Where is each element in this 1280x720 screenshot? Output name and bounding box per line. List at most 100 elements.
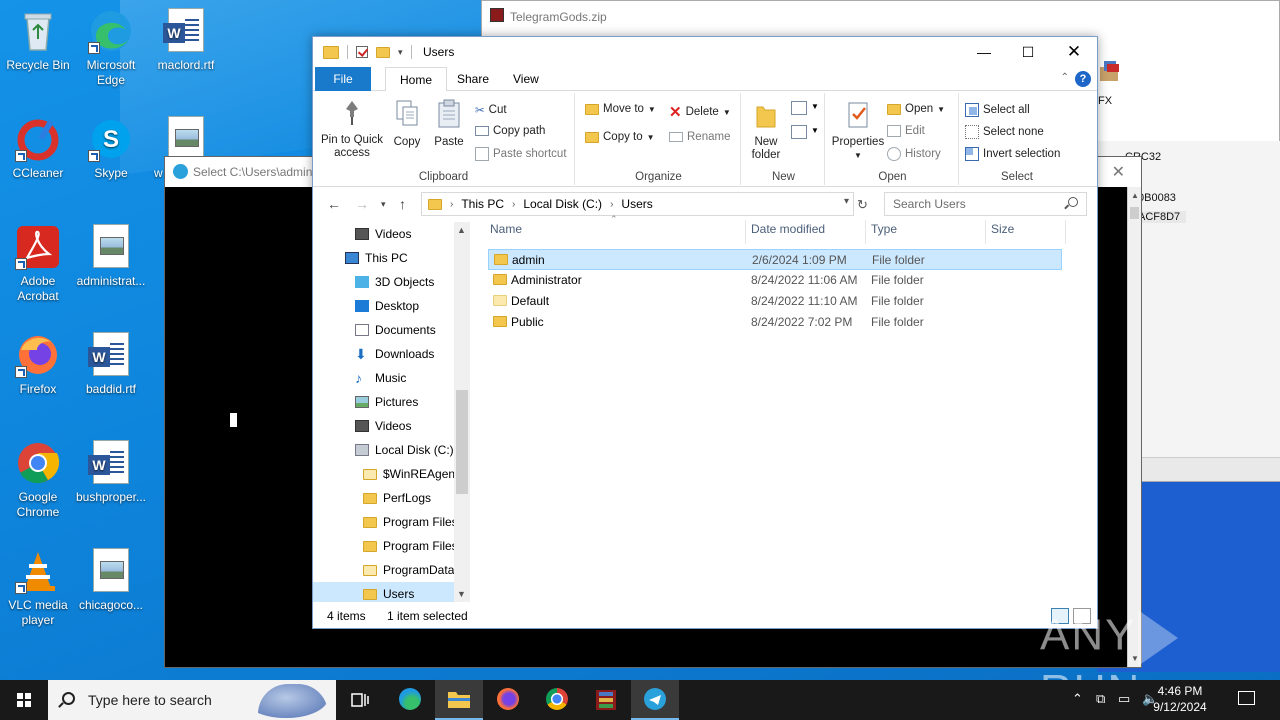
notification-center-icon[interactable] (1238, 691, 1255, 705)
search-input[interactable]: Search Users (884, 192, 1087, 216)
nav-item-users[interactable]: Users (313, 582, 454, 602)
close-button[interactable]: ✕ (1051, 37, 1097, 67)
copy-path-button[interactable]: Copy path (475, 125, 545, 137)
system-clock[interactable]: 4:46 PM 9/12/2024 (1140, 683, 1220, 715)
file-row-admin[interactable]: admin 2/6/2024 1:09 PM File folder (488, 249, 1062, 270)
navigation-scrollbar[interactable]: ▲ ▼ (454, 222, 470, 602)
desktop-icon-skype[interactable]: S Skype (73, 116, 149, 181)
close-icon[interactable]: ✕ (1112, 162, 1125, 182)
recent-locations-chevron-icon[interactable]: ▾ (381, 199, 386, 210)
scroll-thumb[interactable] (456, 390, 468, 494)
nav-item-desktop[interactable]: Desktop (355, 294, 419, 318)
nav-item-perflogs[interactable]: PerfLogs (363, 486, 431, 510)
up-arrow-icon[interactable]: ↑ (399, 196, 406, 212)
file-row-default[interactable]: Default 8/24/2022 11:10 AM File folder (488, 291, 1062, 312)
new-folder-button[interactable]: New folder (747, 101, 785, 162)
properties-check-icon[interactable] (356, 46, 368, 58)
delete-button[interactable]: ✕ Delete ▼ (669, 103, 731, 121)
move-to-button[interactable]: Move to ▼ (585, 103, 656, 115)
column-header-size[interactable]: Size (991, 222, 1014, 242)
tab-share[interactable]: Share (443, 67, 503, 91)
select-none-button[interactable]: Select none (965, 125, 1044, 139)
scroll-thumb[interactable] (1130, 207, 1139, 219)
chevron-down-icon[interactable]: ▾ (398, 47, 403, 58)
desktop-icon-ccleaner[interactable]: CCleaner (0, 116, 76, 181)
taskbar-edge[interactable] (386, 680, 434, 720)
paste-shortcut-button[interactable]: Paste shortcut (475, 147, 567, 161)
telegram-scrollbar[interactable]: ▲ ▼ (1127, 187, 1141, 667)
history-button[interactable]: History (887, 147, 941, 161)
nav-item-videos-2[interactable]: Videos (355, 414, 411, 438)
nav-item-music[interactable]: ♪ Music (355, 366, 406, 390)
navigation-pane[interactable]: Videos This PC 3D Objects Desktop Docume… (313, 222, 470, 602)
desktop-icon-bushproper[interactable]: W bushproper... (73, 440, 149, 505)
chevron-up-icon[interactable]: ⌃ (1072, 691, 1083, 707)
taskbar-chrome[interactable] (533, 680, 581, 720)
open-button[interactable]: Open ▼ (887, 103, 945, 115)
nav-item-downloads[interactable]: ⬇ Downloads (355, 342, 434, 366)
help-icon[interactable]: ? (1075, 71, 1091, 87)
rename-button[interactable]: Rename (669, 131, 730, 143)
properties-button[interactable]: Properties ▼ (829, 101, 887, 162)
scroll-down-icon[interactable]: ▼ (457, 589, 466, 599)
forward-arrow-icon[interactable]: → (355, 196, 369, 212)
breadcrumb-users[interactable]: Users (621, 197, 652, 211)
nav-item-winreagent[interactable]: $WinREAgent (363, 462, 458, 486)
nav-item-this-pc[interactable]: This PC (345, 246, 408, 270)
desktop-icon-maclord[interactable]: W maclord.rtf (148, 8, 224, 73)
invert-selection-button[interactable]: Invert selection (965, 147, 1060, 161)
desktop-icon-vlc[interactable]: VLC media player (0, 548, 76, 628)
chevron-down-icon[interactable]: ▾ (844, 196, 849, 207)
easy-access-icon[interactable] (791, 125, 807, 139)
paste-button[interactable]: Paste (431, 99, 467, 149)
new-folder-icon[interactable] (376, 46, 390, 58)
tab-file[interactable]: File (315, 67, 371, 91)
minimize-button[interactable]: — (961, 37, 1007, 67)
network-icon[interactable]: ⧉ (1096, 691, 1105, 707)
column-header-type[interactable]: Type (871, 222, 897, 242)
file-explorer-window[interactable]: ▾ Users — ☐ ✕ File Home Share View ⌃ ? P… (312, 36, 1098, 629)
chevron-right-icon[interactable]: › (512, 199, 515, 210)
desktop-icon-administrat[interactable]: administrat... (73, 224, 149, 289)
task-view-button[interactable] (336, 680, 384, 720)
desktop-icon-microsoft-edge[interactable]: Microsoft Edge (73, 8, 149, 88)
cut-button[interactable]: ✂ Cut (475, 103, 507, 117)
scroll-up-icon[interactable]: ▲ (1131, 191, 1139, 200)
column-header-date[interactable]: Date modified (751, 222, 825, 242)
scroll-up-icon[interactable]: ▲ (457, 225, 466, 235)
column-header-name[interactable]: Name (490, 222, 522, 242)
tab-view[interactable]: View (499, 67, 553, 91)
chevron-down-icon[interactable]: ▼ (811, 126, 819, 135)
refresh-icon[interactable]: ↻ (857, 197, 868, 213)
address-bar[interactable]: › This PC › Local Disk (C:) › Users ▾ (421, 192, 854, 216)
breadcrumb-local-disk[interactable]: Local Disk (C:) (523, 197, 602, 211)
taskbar-file-explorer[interactable] (435, 680, 483, 720)
nav-item-videos[interactable]: Videos (355, 222, 411, 246)
desktop-icon-adobe-acrobat[interactable]: Adobe Acrobat (0, 224, 76, 304)
display-icon[interactable]: ▭ (1118, 691, 1130, 707)
winrar-extract-icon[interactable] (1098, 59, 1122, 83)
maximize-button[interactable]: ☐ (1005, 37, 1051, 67)
copy-button[interactable]: Copy (389, 99, 425, 149)
taskbar-telegram[interactable] (631, 680, 679, 720)
copy-to-button[interactable]: Copy to ▼ (585, 131, 655, 143)
start-button[interactable] (0, 680, 48, 720)
nav-item-program-files[interactable]: Program Files (363, 510, 458, 534)
nav-item-pictures[interactable]: Pictures (355, 390, 418, 414)
pin-to-quick-access-button[interactable]: Pin to Quick access (319, 99, 385, 160)
breadcrumb-this-pc[interactable]: This PC (461, 197, 504, 211)
chevron-right-icon[interactable]: › (450, 199, 453, 210)
nav-item-local-disk[interactable]: Local Disk (C:) (355, 438, 454, 462)
file-row-administrator[interactable]: Administrator 8/24/2022 11:06 AM File fo… (488, 270, 1062, 291)
chevron-down-icon[interactable]: ▼ (811, 102, 819, 111)
desktop-icon-google-chrome[interactable]: Google Chrome (0, 440, 76, 520)
explorer-title-bar[interactable]: ▾ Users — ☐ ✕ (313, 37, 1097, 67)
taskbar-firefox[interactable] (484, 680, 532, 720)
nav-item-programdata[interactable]: ProgramData (363, 558, 454, 582)
desktop-icon-firefox[interactable]: Firefox (0, 332, 76, 397)
edit-button[interactable]: Edit (887, 125, 925, 137)
new-item-icon[interactable] (791, 101, 807, 115)
desktop-icon-chicagoco[interactable]: chicagoco... (73, 548, 149, 613)
select-all-button[interactable]: Select all (965, 103, 1030, 117)
taskbar-winrar[interactable] (582, 680, 630, 720)
